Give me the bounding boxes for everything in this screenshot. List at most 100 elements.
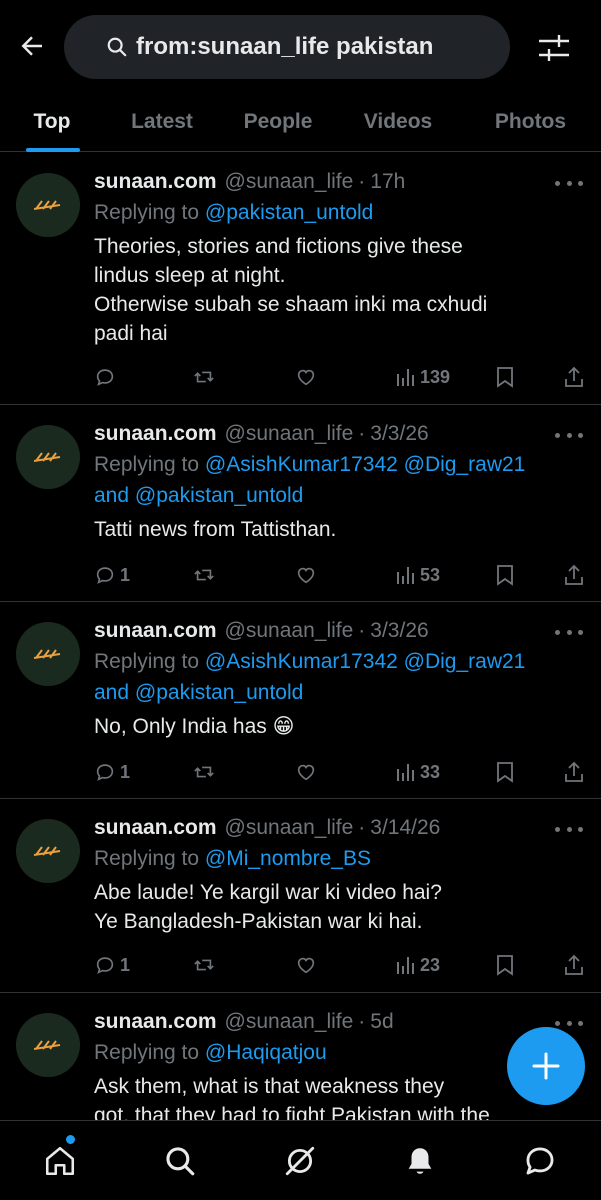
top-bar: from:sunaan_life pakistan Top Latest Peo…	[0, 0, 601, 152]
reply-button[interactable]: 1	[94, 562, 130, 588]
mention-link[interactable]: @pakistan_untold	[135, 681, 303, 704]
share-button[interactable]	[564, 759, 584, 785]
bookmark-button[interactable]	[495, 364, 515, 390]
bookmark-button[interactable]	[495, 562, 515, 588]
views-button[interactable]: 53	[396, 562, 440, 588]
nav-search[interactable]	[160, 1141, 200, 1181]
search-icon	[166, 1147, 195, 1176]
reply-button[interactable]: 1	[94, 952, 130, 978]
retweet-icon	[194, 371, 214, 383]
tweet-content: sunaan.com @sunaan_life · 17h Replying t…	[94, 167, 585, 348]
views-icon	[397, 957, 414, 974]
reply-button[interactable]	[94, 364, 120, 390]
avatar[interactable]	[16, 425, 80, 489]
tweet-actions: 139	[94, 364, 585, 390]
like-button[interactable]	[294, 364, 318, 390]
tab-people[interactable]: People	[220, 92, 336, 152]
active-tab-indicator	[26, 148, 80, 152]
mention-link[interactable]: @AsishKumar17342 @Dig_raw21	[205, 453, 525, 476]
nav-grok[interactable]	[280, 1141, 320, 1181]
heart-icon	[297, 567, 315, 584]
tweet-card[interactable]: sunaan.com @sunaan_life · 3/3/26 Replyin…	[0, 405, 601, 602]
compose-button[interactable]	[507, 1027, 585, 1105]
notification-dot	[66, 1135, 75, 1144]
separator-dot: ·	[358, 1010, 366, 1033]
retweet-button[interactable]	[192, 952, 216, 978]
tab-top[interactable]: Top	[0, 92, 104, 152]
mention-link[interactable]: @pakistan_untold	[135, 484, 303, 507]
timestamp[interactable]: 3/3/26	[370, 422, 428, 446]
replying-to: Replying to @AsishKumar17342 @Dig_raw21	[94, 650, 526, 673]
user-handle[interactable]: @sunaan_life	[225, 170, 354, 194]
user-handle[interactable]: @sunaan_life	[225, 422, 354, 446]
tweet-content: sunaan.com @sunaan_life · 3/14/26 Replyi…	[94, 813, 585, 936]
timestamp[interactable]: 3/14/26	[370, 816, 440, 840]
avatar[interactable]	[16, 173, 80, 237]
views-button[interactable]: 33	[396, 759, 440, 785]
views-button[interactable]: 139	[396, 364, 450, 390]
nav-messages[interactable]	[520, 1141, 560, 1181]
bottom-navigation	[0, 1120, 601, 1200]
replying-to: Replying to @pakistan_untold	[94, 201, 374, 224]
display-name[interactable]: sunaan.com	[94, 1010, 217, 1034]
messages-icon	[526, 1147, 554, 1175]
tab-photos[interactable]: Photos	[460, 92, 601, 152]
bookmark-button[interactable]	[495, 952, 515, 978]
brand-logo-icon	[34, 846, 61, 856]
filter-button[interactable]	[534, 28, 574, 68]
bookmark-button[interactable]	[495, 759, 515, 785]
display-name[interactable]: sunaan.com	[94, 422, 217, 446]
mention-link[interactable]: @Haqiqatjou	[205, 1041, 327, 1064]
views-button[interactable]: 23	[396, 952, 440, 978]
share-icon	[565, 366, 583, 387]
like-button[interactable]	[294, 952, 318, 978]
search-query: from:sunaan_life pakistan	[136, 33, 434, 60]
views-icon	[397, 369, 414, 386]
mention-link[interactable]: @pakistan_untold	[205, 201, 373, 224]
arrow-left-icon	[21, 36, 42, 56]
avatar[interactable]	[16, 1013, 80, 1077]
reply-button[interactable]: 1	[94, 759, 130, 785]
user-handle[interactable]: @sunaan_life	[225, 619, 354, 643]
display-name[interactable]: sunaan.com	[94, 170, 217, 194]
mention-link[interactable]: @AsishKumar17342 @Dig_raw21	[205, 650, 525, 673]
user-handle[interactable]: @sunaan_life	[225, 816, 354, 840]
reply-icon	[96, 567, 114, 584]
display-name[interactable]: sunaan.com	[94, 619, 217, 643]
share-button[interactable]	[564, 364, 584, 390]
separator-dot: ·	[358, 422, 366, 445]
reply-icon	[96, 764, 114, 781]
nav-notifications[interactable]	[400, 1141, 440, 1181]
like-button[interactable]	[294, 562, 318, 588]
avatar[interactable]	[16, 819, 80, 883]
display-name[interactable]: sunaan.com	[94, 816, 217, 840]
back-button[interactable]	[14, 28, 50, 64]
like-button[interactable]	[294, 759, 318, 785]
timestamp[interactable]: 5d	[370, 1010, 393, 1034]
nav-home[interactable]	[40, 1141, 80, 1181]
share-button[interactable]	[564, 952, 584, 978]
separator-dot: ·	[358, 619, 366, 642]
tab-latest[interactable]: Latest	[104, 92, 220, 152]
search-input[interactable]: from:sunaan_life pakistan	[64, 15, 510, 79]
timestamp[interactable]: 17h	[370, 170, 405, 194]
tab-videos[interactable]: Videos	[336, 92, 460, 152]
tweet-card[interactable]: sunaan.com @sunaan_life · 3/14/26 Replyi…	[0, 799, 601, 993]
tweet-content: sunaan.com @sunaan_life · 3/3/26 Replyin…	[94, 616, 585, 741]
user-handle[interactable]: @sunaan_life	[225, 1010, 354, 1034]
retweet-button[interactable]	[192, 562, 216, 588]
tweet-content: sunaan.com @sunaan_life · 3/3/26 Replyin…	[94, 419, 585, 544]
tweet-card[interactable]: sunaan.com @sunaan_life · 17h Replying t…	[0, 153, 601, 405]
timestamp[interactable]: 3/3/26	[370, 619, 428, 643]
tweet-actions: 1 53	[94, 562, 585, 588]
bookmark-icon	[497, 565, 513, 586]
mention-link[interactable]: @Mi_nombre_BS	[205, 847, 371, 870]
grok-icon	[285, 1146, 315, 1176]
tweet-card[interactable]: sunaan.com @sunaan_life · 3/3/26 Replyin…	[0, 602, 601, 799]
avatar[interactable]	[16, 622, 80, 686]
retweet-icon	[194, 766, 214, 778]
share-button[interactable]	[564, 562, 584, 588]
retweet-button[interactable]	[192, 364, 216, 390]
replying-to-more: and @pakistan_untold	[94, 681, 304, 704]
retweet-button[interactable]	[192, 759, 216, 785]
